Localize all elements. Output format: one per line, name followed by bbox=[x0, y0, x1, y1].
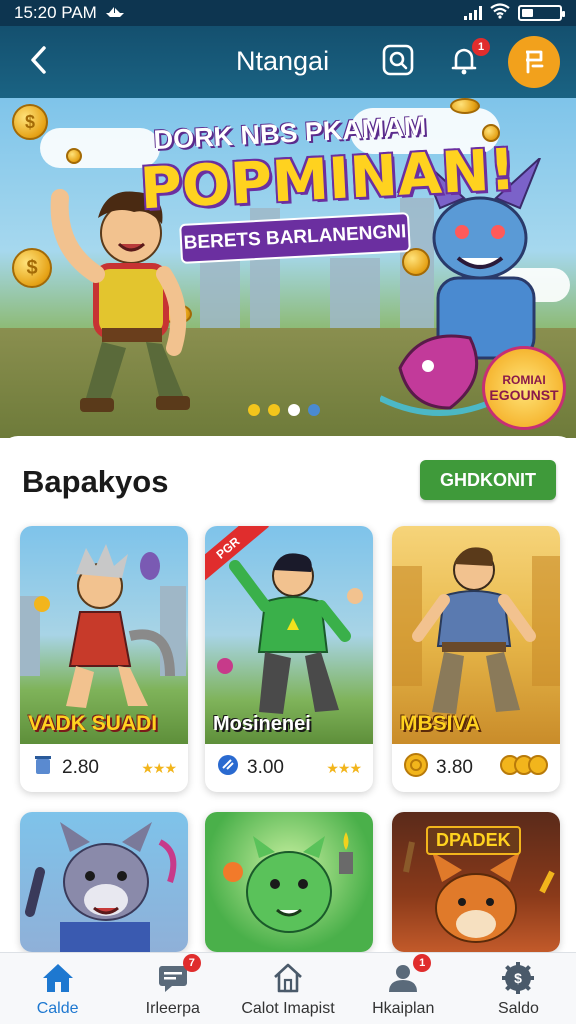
coin-icon bbox=[404, 753, 428, 783]
house-outline-icon bbox=[270, 960, 306, 996]
coin-icon bbox=[66, 148, 82, 164]
card-meta: 3.00 ★★★ bbox=[205, 744, 373, 792]
notification-badge: 1 bbox=[472, 38, 490, 56]
green-creature-illustration bbox=[223, 832, 353, 933]
trash-icon bbox=[32, 754, 54, 782]
banner-seal-badge: ROMIAI EGOUNST bbox=[482, 346, 566, 430]
nav-item-messages[interactable]: 7 Irleerpa bbox=[115, 953, 230, 1024]
card-value: 3.80 bbox=[436, 757, 473, 778]
card-art: VADK SUADI bbox=[20, 526, 188, 744]
banner-subtitle: BERETS BARLANENGNI bbox=[179, 212, 411, 264]
card-art: PGR Mosinenei bbox=[205, 526, 373, 744]
game-card[interactable] bbox=[20, 812, 188, 952]
bottom-navigation: Calde 7 Irleerpa Calot Imapist 1 Hkaipla… bbox=[0, 952, 576, 1024]
card-title: MBSIVA bbox=[400, 712, 481, 735]
wolf-illustration bbox=[25, 822, 177, 952]
card-title: DPADEK bbox=[426, 826, 521, 855]
section-action-button[interactable]: GHDKONIT bbox=[420, 460, 556, 500]
game-card[interactable]: VADK SUADI 2.80 ★★★ bbox=[20, 526, 188, 792]
card-art: MBSIVA bbox=[392, 526, 560, 744]
search-icon bbox=[382, 44, 414, 76]
hero-banner[interactable]: $ $ DORK NBS PKAMAM POPMINAN! BERETS BAR… bbox=[0, 98, 576, 438]
game-card[interactable]: PGR Mosinenei 3.00 ★★★ bbox=[205, 526, 373, 792]
carousel-dot[interactable] bbox=[308, 404, 320, 416]
notifications-button[interactable]: 1 bbox=[446, 38, 490, 78]
rating-stars-icon: ★★★ bbox=[326, 759, 362, 776]
card-title: VADK SUADI bbox=[28, 712, 158, 735]
nav-item-settings[interactable]: $ Saldo bbox=[461, 953, 576, 1024]
card-value: 2.80 bbox=[62, 757, 99, 778]
svg-text:$: $ bbox=[515, 970, 523, 986]
profile-icon bbox=[526, 50, 544, 74]
boat-icon bbox=[105, 3, 125, 23]
nav-badge: 7 bbox=[182, 953, 201, 972]
battery-icon bbox=[518, 5, 565, 21]
seal-line2: EGOUNST bbox=[489, 387, 559, 403]
status-time: 15:20 PAM bbox=[14, 3, 97, 22]
coins-stack-icon bbox=[500, 754, 548, 782]
game-card[interactable]: DPADEK bbox=[392, 812, 560, 952]
chevron-left-icon bbox=[31, 46, 46, 74]
nav-label: Hkaiplan bbox=[372, 999, 435, 1017]
nav-label: Saldo bbox=[497, 999, 539, 1017]
card-value: 3.00 bbox=[247, 757, 284, 778]
game-card[interactable]: MBSIVA 3.80 bbox=[392, 526, 560, 792]
card-meta: 3.80 bbox=[392, 744, 560, 792]
app-header: Ntangai 1 bbox=[0, 26, 576, 98]
carousel-dot[interactable] bbox=[248, 404, 260, 416]
nav-label: Calot Imapist bbox=[241, 999, 335, 1017]
chat-icon: 7 bbox=[155, 953, 201, 996]
search-button[interactable] bbox=[380, 42, 416, 78]
nav-label: Calde bbox=[36, 999, 79, 1017]
signal-icon bbox=[464, 6, 482, 20]
section-title: Bapakyos bbox=[22, 464, 169, 499]
carousel-dot-active[interactable] bbox=[288, 404, 300, 416]
page-title: Ntangai bbox=[236, 46, 330, 76]
token-icon bbox=[217, 754, 239, 782]
rating-stars-icon: ★★★ bbox=[141, 759, 177, 776]
nav-badge: 1 bbox=[413, 953, 432, 972]
users-icon: 1 bbox=[385, 953, 432, 996]
status-bar: 15:20 PAM bbox=[0, 0, 576, 26]
seal-line1: ROMIAI bbox=[502, 373, 546, 387]
content-panel: Bapakyos GHDKONIT VADK SUADI 2.80 ★★★ PG… bbox=[0, 436, 576, 952]
coin-icon: $ bbox=[12, 104, 48, 140]
nav-item-friends[interactable]: 1 Hkaiplan bbox=[346, 953, 461, 1024]
game-card[interactable] bbox=[205, 812, 373, 952]
card-meta: 2.80 ★★★ bbox=[20, 744, 188, 792]
nav-item-explore[interactable]: Calot Imapist bbox=[230, 953, 345, 1024]
carousel-dot[interactable] bbox=[268, 404, 280, 416]
nav-item-home[interactable]: Calde bbox=[0, 953, 115, 1024]
home-icon bbox=[40, 960, 76, 996]
avatar[interactable] bbox=[508, 36, 560, 88]
card-title: Mosinenei bbox=[213, 713, 311, 735]
nav-label: Irleerpa bbox=[145, 999, 200, 1017]
wifi-icon bbox=[490, 2, 510, 24]
back-button[interactable] bbox=[18, 40, 58, 80]
gear-icon: $ bbox=[500, 960, 536, 996]
carousel-indicator bbox=[248, 404, 320, 416]
